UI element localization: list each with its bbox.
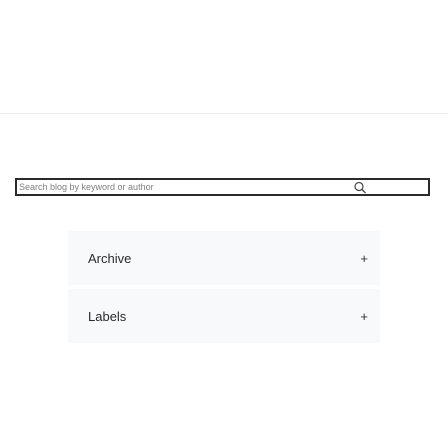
blog-sidebar-page: Archive + Labels + xyxy=(0,0,448,448)
archive-section[interactable]: Archive + xyxy=(68,231,380,285)
labels-title: Labels xyxy=(88,308,127,324)
labels-expand-button[interactable]: + xyxy=(360,309,368,324)
search-input[interactable] xyxy=(17,180,352,194)
search-button[interactable] xyxy=(352,180,368,194)
labels-section[interactable]: Labels + xyxy=(68,289,380,343)
archive-expand-button[interactable]: + xyxy=(360,251,368,266)
search-icon xyxy=(354,181,366,193)
search-bar xyxy=(15,178,430,196)
archive-title: Archive xyxy=(88,250,132,266)
divider xyxy=(0,113,448,114)
